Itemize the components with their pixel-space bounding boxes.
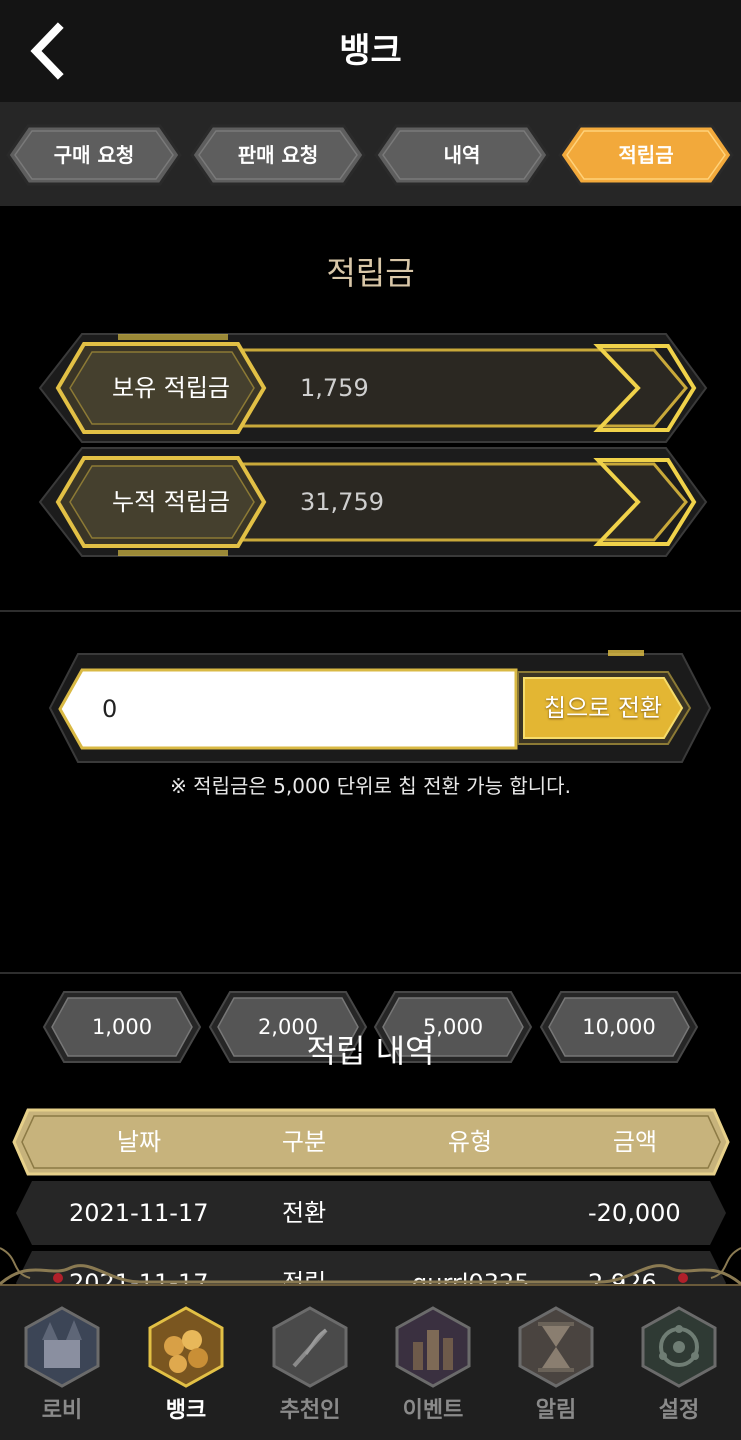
row-category: 전환	[282, 1199, 327, 1227]
back-button[interactable]	[20, 18, 80, 84]
tab-label: 구매 요청	[53, 143, 135, 167]
table-row: 2021-11-17 전환 -20,000	[14, 1180, 728, 1246]
tab-history[interactable]: 내역	[374, 124, 550, 186]
history-title: 적립 내역	[306, 1032, 435, 1070]
section-title: 적립금	[326, 254, 415, 292]
held-points-label: 보유 적립금	[111, 374, 231, 402]
chevron-left-icon	[30, 22, 64, 80]
row-amount: -20,000	[588, 1199, 681, 1227]
tab-bar: 구매 요청 판매 요청 내역 적립금	[0, 102, 741, 206]
convert-button-label: 칩으로 전환	[543, 694, 663, 722]
nav-lobby[interactable]: 로비	[0, 1306, 124, 1430]
accumulated-points-value: 31,759	[300, 488, 384, 516]
nav-notifications[interactable]: 알림	[494, 1306, 618, 1430]
column-header-type: 유형	[447, 1128, 493, 1156]
nav-settings[interactable]: 설정	[617, 1306, 741, 1430]
tab-points[interactable]: 적립금	[558, 124, 734, 186]
tab-sell-request[interactable]: 판매 요청	[190, 124, 366, 186]
row-date: 2021-11-17	[69, 1199, 209, 1227]
convert-to-chips-button[interactable]: 칩으로 전환	[514, 670, 692, 746]
nav-event[interactable]: 이벤트	[371, 1306, 495, 1430]
convert-panel: 칩으로 전환	[48, 650, 712, 766]
coins-icon	[148, 1306, 224, 1388]
tab-label: 내역	[443, 143, 481, 167]
app-header: 뱅크	[0, 0, 741, 102]
gear-icon	[641, 1306, 717, 1388]
nav-label: 이벤트	[402, 1398, 464, 1423]
castle-icon	[24, 1306, 100, 1388]
nav-referral[interactable]: 추천인	[248, 1306, 372, 1430]
divider	[0, 610, 741, 612]
page-title: 뱅크	[339, 31, 402, 71]
nav-bank[interactable]: 뱅크	[124, 1306, 248, 1430]
column-header-category: 구분	[281, 1128, 327, 1156]
held-points-value: 1,759	[300, 374, 369, 402]
tab-label: 적립금	[618, 143, 674, 167]
tab-purchase-request[interactable]: 구매 요청	[6, 124, 182, 186]
nav-label: 설정	[658, 1398, 700, 1423]
nav-label: 알림	[535, 1398, 577, 1423]
convert-amount-input[interactable]	[88, 672, 508, 746]
hourglass-icon	[518, 1306, 594, 1388]
nav-label: 추천인	[279, 1398, 341, 1423]
accumulated-points-row: 누적 적립금 31,759	[38, 446, 708, 558]
history-table-header: 날짜 구분 유형 금액	[12, 1108, 730, 1176]
nav-label: 로비	[41, 1398, 83, 1423]
city-icon	[395, 1306, 471, 1388]
convert-notice: ※ 적립금은 5,000 단위로 칩 전환 가능 합니다.	[170, 774, 571, 798]
tab-label: 판매 요청	[237, 143, 319, 167]
divider	[0, 972, 741, 974]
nav-label: 뱅크	[165, 1398, 207, 1423]
accumulated-points-label: 누적 적립금	[111, 488, 231, 516]
column-header-date: 날짜	[116, 1128, 162, 1156]
quill-icon	[272, 1306, 348, 1388]
column-header-amount: 금액	[612, 1128, 658, 1156]
held-points-row: 보유 적립금 1,759	[38, 332, 708, 444]
